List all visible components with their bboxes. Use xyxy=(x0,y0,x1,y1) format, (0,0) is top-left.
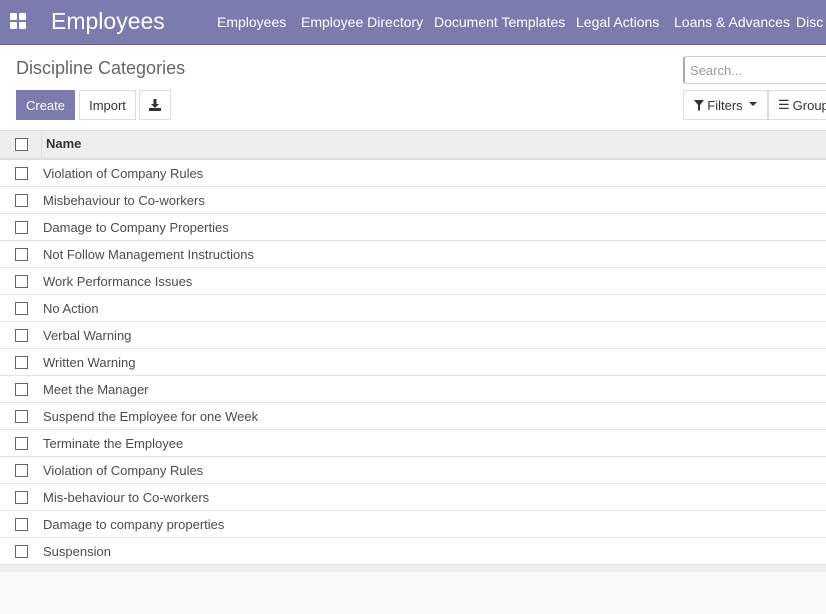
control-panel: Discipline Categories Search... Create I… xyxy=(0,45,826,131)
filter-icon xyxy=(694,99,705,111)
row-checkbox[interactable] xyxy=(15,544,28,558)
table-row[interactable]: Terminate the Employee xyxy=(0,430,826,457)
row-name: Not Follow Management Instructions xyxy=(43,246,254,262)
row-name: Suspend the Employee for one Week xyxy=(43,408,259,424)
row-name: Damage to Company Properties xyxy=(43,219,229,235)
row-checkbox[interactable] xyxy=(15,193,28,207)
row-checkbox[interactable] xyxy=(15,490,28,504)
row-name: No Action xyxy=(43,300,99,316)
bars-icon: ☰ xyxy=(778,97,790,112)
row-checkbox[interactable] xyxy=(15,355,28,369)
row-checkbox[interactable] xyxy=(15,247,28,261)
row-checkbox[interactable] xyxy=(15,382,28,396)
table-row[interactable]: Violation of Company Rules xyxy=(0,160,826,187)
row-checkbox[interactable] xyxy=(15,220,28,234)
table-row[interactable]: Suspend the Employee for one Week xyxy=(0,403,826,430)
table-row[interactable]: Misbehaviour to Co-workers xyxy=(0,187,826,214)
row-checkbox[interactable] xyxy=(15,301,28,315)
table-row[interactable]: Verbal Warning xyxy=(0,322,826,349)
group-by-label: Group xyxy=(792,97,826,113)
list-table: Name Violation of Company Rules Misbehavi… xyxy=(0,130,826,565)
menu-discipline[interactable]: Disc xyxy=(796,14,823,30)
menu-legal-actions[interactable]: Legal Actions xyxy=(576,14,659,30)
row-checkbox[interactable] xyxy=(15,274,28,288)
table-row[interactable]: Suspension xyxy=(0,538,826,565)
row-checkbox[interactable] xyxy=(15,166,28,180)
row-checkbox[interactable] xyxy=(15,328,28,342)
table-row[interactable]: No Action xyxy=(0,295,826,322)
table-row[interactable]: Mis-behaviour to Co-workers xyxy=(0,484,826,511)
row-name: Mis-behaviour to Co-workers xyxy=(43,489,210,505)
menu-employees[interactable]: Employees xyxy=(217,14,286,30)
top-navbar: Employees Employees Employee Directory D… xyxy=(0,0,826,45)
group-by-button[interactable]: ☰ Group xyxy=(768,90,826,120)
row-checkbox[interactable] xyxy=(15,463,28,477)
download-button[interactable] xyxy=(139,90,171,120)
table-row[interactable]: Work Performance Issues xyxy=(0,268,826,295)
row-name: Meet the Manager xyxy=(43,381,149,397)
row-name: Misbehaviour to Co-workers xyxy=(43,192,205,208)
caret-down-icon xyxy=(748,101,757,106)
row-name: Verbal Warning xyxy=(43,327,132,343)
search-input[interactable]: Search... xyxy=(683,56,826,84)
filters-button[interactable]: Filters xyxy=(683,90,768,120)
row-name: Work Performance Issues xyxy=(43,273,193,289)
table-row[interactable]: Violation of Company Rules xyxy=(0,457,826,484)
select-all-checkbox[interactable] xyxy=(15,138,28,151)
row-checkbox[interactable] xyxy=(15,409,28,423)
import-button[interactable]: Import xyxy=(79,90,136,120)
row-name: Violation of Company Rules xyxy=(43,165,204,181)
menu-loans-advances[interactable]: Loans & Advances xyxy=(674,14,790,30)
table-row[interactable]: Damage to Company Properties xyxy=(0,214,826,241)
table-header: Name xyxy=(0,130,826,160)
table-row[interactable]: Not Follow Management Instructions xyxy=(0,241,826,268)
download-icon xyxy=(149,99,161,111)
row-checkbox[interactable] xyxy=(15,517,28,531)
row-name: Suspension xyxy=(43,543,111,559)
table-row[interactable]: Meet the Manager xyxy=(0,376,826,403)
row-name: Damage to company properties xyxy=(43,516,225,532)
filters-label: Filters xyxy=(707,97,743,113)
table-footer xyxy=(0,565,826,572)
column-header-name[interactable]: Name xyxy=(41,130,81,159)
create-button[interactable]: Create xyxy=(16,90,75,120)
menu-document-templates[interactable]: Document Templates xyxy=(434,14,565,30)
page-title: Discipline Categories xyxy=(16,58,186,78)
row-checkbox[interactable] xyxy=(15,436,28,450)
table-row[interactable]: Damage to company properties xyxy=(0,511,826,538)
row-name: Violation of Company Rules xyxy=(43,462,204,478)
row-name: Terminate the Employee xyxy=(43,435,184,451)
row-name: Written Warning xyxy=(43,354,136,370)
menu-employee-directory[interactable]: Employee Directory xyxy=(301,14,423,30)
main-menu: Employees Employee Directory Document Te… xyxy=(0,14,826,34)
table-row[interactable]: Written Warning xyxy=(0,349,826,376)
